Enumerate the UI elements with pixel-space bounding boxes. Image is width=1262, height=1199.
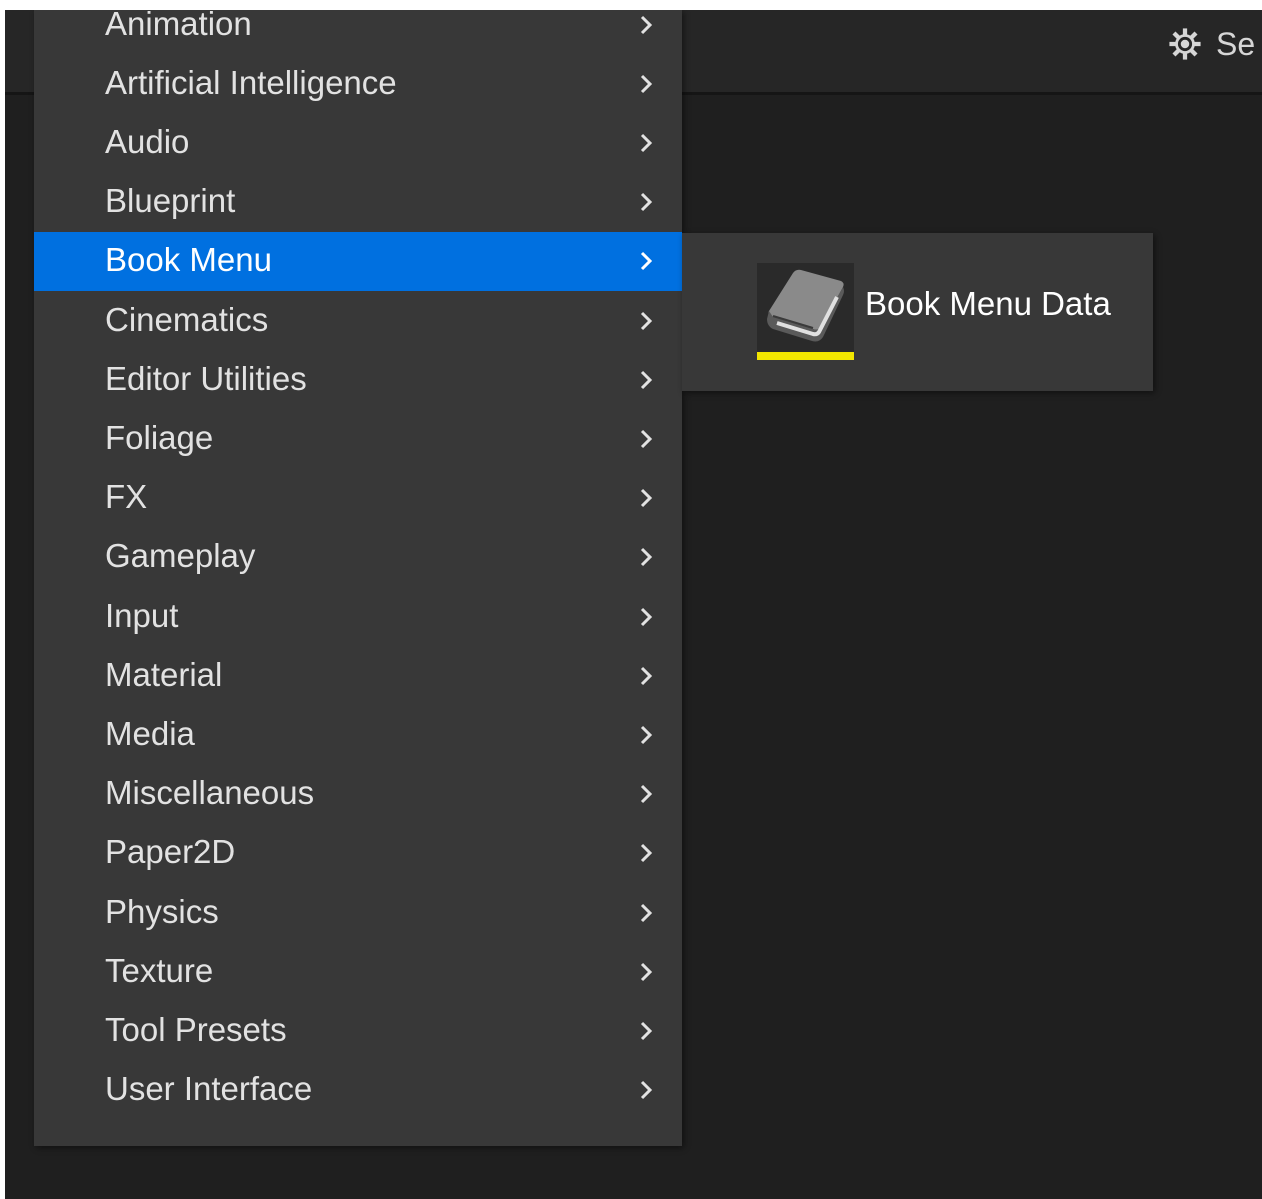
chevron-right-icon xyxy=(640,74,653,93)
gear-icon xyxy=(1169,28,1201,60)
menu-item-audio[interactable]: Audio xyxy=(34,113,682,172)
menu-item-user-interface[interactable]: User Interface xyxy=(34,1061,682,1120)
asset-thumbnail xyxy=(757,263,854,360)
asset-type-color-bar xyxy=(757,352,854,360)
settings-label: Se xyxy=(1216,25,1256,62)
menu-item-label: Editor Utilities xyxy=(105,359,307,397)
book-menu-submenu: Book Menu Data xyxy=(682,233,1153,391)
menu-item-label: Texture xyxy=(105,951,214,989)
chevron-right-icon xyxy=(640,252,653,271)
chevron-right-icon xyxy=(640,311,653,330)
chevron-right-icon xyxy=(640,1021,653,1040)
menu-item-label: Animation xyxy=(105,10,252,42)
chevron-right-icon xyxy=(640,489,653,508)
menu-item-label: FX xyxy=(105,478,148,516)
chevron-right-icon xyxy=(640,15,653,34)
menu-item-label: User Interface xyxy=(105,1070,313,1108)
menu-item-physics[interactable]: Physics xyxy=(34,883,682,942)
chevron-right-icon xyxy=(640,725,653,744)
menu-item-label: Book Menu xyxy=(105,241,272,279)
settings-button[interactable]: Se xyxy=(1168,24,1255,64)
menu-item-fx[interactable]: FX xyxy=(34,469,682,528)
editor-window: Se Animation Artificial Intelligence Audio… xyxy=(5,10,1262,1199)
menu-item-miscellaneous[interactable]: Miscellaneous xyxy=(34,765,682,824)
book-icon xyxy=(767,269,844,342)
chevron-right-icon xyxy=(640,903,653,922)
chevron-right-icon xyxy=(640,133,653,152)
chevron-right-icon xyxy=(640,666,653,685)
menu-item-editor-utilities[interactable]: Editor Utilities xyxy=(34,350,682,409)
menu-item-blueprint[interactable]: Blueprint xyxy=(34,173,682,232)
menu-item-label: Input xyxy=(105,596,179,634)
menu-item-tool-presets[interactable]: Tool Presets xyxy=(34,1001,682,1060)
menu-item-texture[interactable]: Texture xyxy=(34,942,682,1001)
menu-item-media[interactable]: Media xyxy=(34,705,682,764)
chevron-right-icon xyxy=(640,193,653,212)
menu-item-label: Paper2D xyxy=(105,833,236,871)
menu-item-book-menu[interactable]: Book Menu xyxy=(34,231,682,291)
menu-item-label: Gameplay xyxy=(105,537,256,575)
menu-item-label: Artificial Intelligence xyxy=(105,63,397,101)
chevron-right-icon xyxy=(640,962,653,981)
menu-item-cinematics[interactable]: Cinematics xyxy=(34,291,682,350)
menu-item-label: Material xyxy=(105,655,223,693)
chevron-right-icon xyxy=(640,429,653,448)
menu-item-foliage[interactable]: Foliage xyxy=(34,409,682,468)
menu-item-animation[interactable]: Animation xyxy=(34,10,682,54)
submenu-item-book-menu-data[interactable]: Book Menu Data xyxy=(682,233,1153,391)
chevron-right-icon xyxy=(640,548,653,567)
menu-item-label: Blueprint xyxy=(105,182,236,220)
chevron-right-icon xyxy=(640,1081,653,1100)
category-menu: Animation Artificial Intelligence Audio Blu… xyxy=(34,10,682,1146)
chevron-right-icon xyxy=(640,607,653,626)
chevron-right-icon xyxy=(640,844,653,863)
menu-item-artificial-intelligence[interactable]: Artificial Intelligence xyxy=(34,54,682,113)
menu-item-paper2d[interactable]: Paper2D xyxy=(34,824,682,883)
menu-item-label: Foliage xyxy=(105,419,214,457)
menu-item-label: Audio xyxy=(105,123,190,161)
chevron-right-icon xyxy=(640,785,653,804)
menu-item-label: Tool Presets xyxy=(105,1011,287,1049)
menu-item-label: Cinematics xyxy=(105,300,269,338)
chevron-right-icon xyxy=(640,370,653,389)
menu-item-label: Physics xyxy=(105,892,219,930)
menu-item-gameplay[interactable]: Gameplay xyxy=(34,528,682,587)
submenu-item-label: Book Menu Data xyxy=(865,285,1111,322)
menu-item-label: Media xyxy=(105,715,195,753)
menu-item-material[interactable]: Material xyxy=(34,646,682,705)
menu-item-label: Miscellaneous xyxy=(105,774,315,812)
menu-item-input[interactable]: Input xyxy=(34,587,682,646)
